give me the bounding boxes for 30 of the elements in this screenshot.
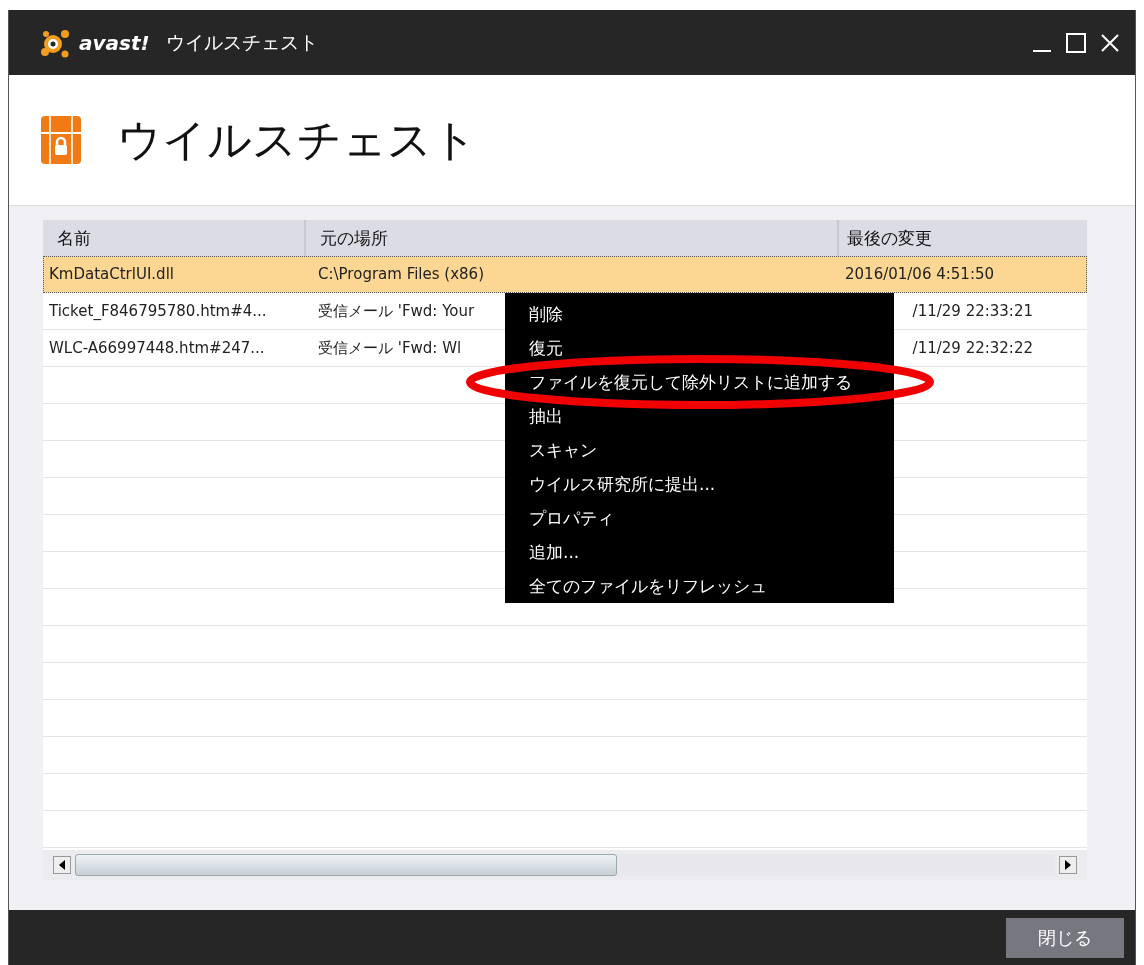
menu-item[interactable]: ウイルス研究所に提出... [505, 467, 894, 501]
file-name-cell-text: Ticket_F846795780.htm#4... [48, 302, 268, 320]
location-cell-text: C:\Program Files (x86) [317, 265, 484, 283]
menu-item[interactable]: 追加... [505, 535, 894, 569]
page-title: ウイルスチェスト [117, 112, 477, 167]
menu-item[interactable]: 復元 [505, 331, 894, 365]
app-name: avast! [79, 30, 150, 55]
window-title: ウイルスチェスト [165, 29, 318, 55]
modified-cell-text: 2016/01/06 4:51:50 [844, 265, 996, 283]
modified-cell-text: /11/29 22:33:21 [911, 302, 1034, 320]
location-cell-text: 受信メール 'Fwd: Your [317, 301, 475, 321]
scroll-thumb[interactable] [75, 854, 617, 876]
file-name-cell-text: WLC-A66997448.htm#247... [48, 339, 266, 357]
chest-lock-icon [41, 116, 81, 164]
file-name-cell-text: KmDataCtrlUI.dll [48, 265, 175, 283]
location-cell-text: 受信メール 'Fwd: Wl [317, 338, 462, 358]
menu-item[interactable]: スキャン [505, 433, 894, 467]
menu-item[interactable]: 抽出 [505, 399, 894, 433]
file-row[interactable]: KmDataCtrlUI.dll C:\Program Files (x86) 2016/01/06 4:51:50 [43, 256, 1087, 293]
column-header[interactable]: 最後の変更 [839, 220, 1087, 256]
menu-item[interactable]: プロパティ [505, 501, 894, 535]
menu-item[interactable]: 削除 [505, 297, 894, 331]
horizontal-scrollbar[interactable] [43, 850, 1087, 880]
close-button[interactable]: 閉じる [1006, 917, 1124, 958]
scroll-right-icon[interactable] [1059, 856, 1077, 874]
close-icon[interactable] [1099, 31, 1121, 54]
scroll-left-icon[interactable] [53, 856, 71, 874]
menu-item[interactable]: 全てのファイルをリフレッシュ [505, 569, 894, 603]
modified-cell-text: /11/29 22:32:22 [911, 339, 1034, 357]
maximize-icon[interactable] [1065, 31, 1087, 54]
